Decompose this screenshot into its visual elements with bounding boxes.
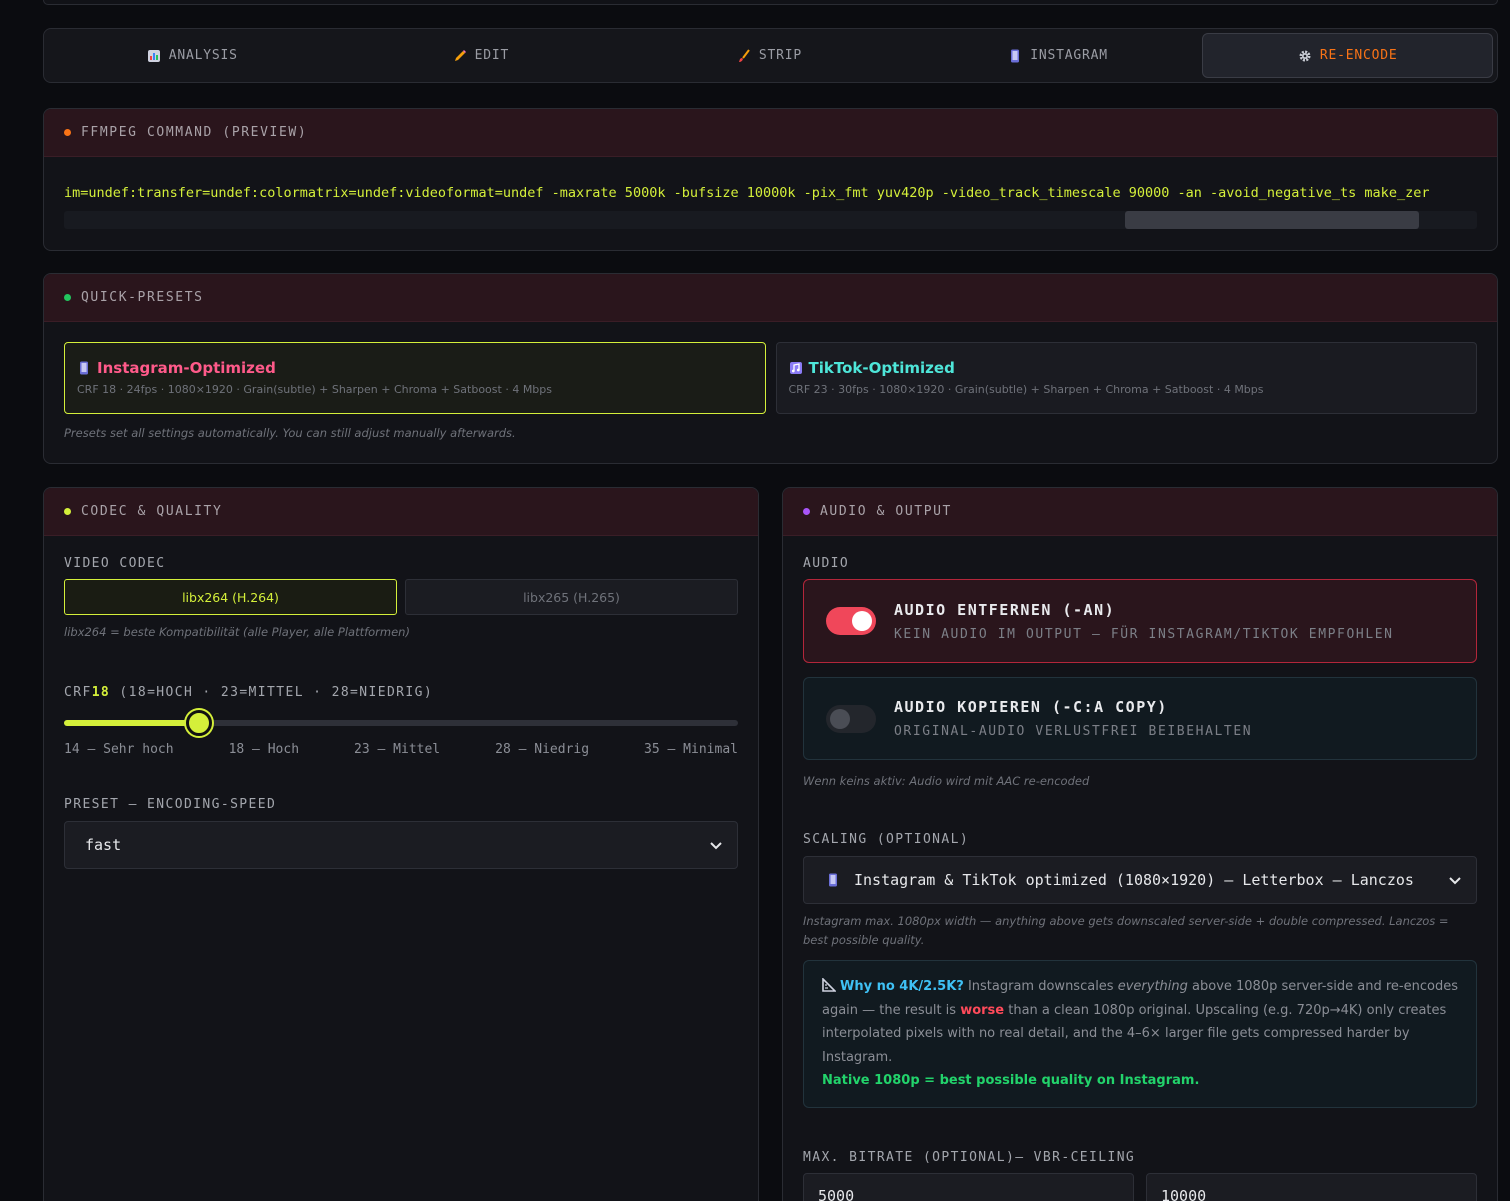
status-dot — [64, 508, 71, 515]
ffmpeg-command-text: im=undef:transfer=undef:colormatrix=unde… — [64, 185, 1430, 201]
command-scrollbar[interactable] — [64, 211, 1477, 229]
crf-tick: 14 — Sehr hoch — [64, 742, 174, 757]
preset-speed-label: PRESET — ENCODING-SPEED — [64, 797, 277, 812]
preset-title: Instagram-Optimized — [97, 359, 276, 377]
music-icon — [789, 362, 802, 374]
crf-prefix: CRF — [64, 685, 92, 700]
presets-note: Presets set all settings automatically. … — [64, 426, 516, 440]
panel-title: CODEC & QUALITY — [81, 504, 223, 519]
codec-libx265-button[interactable]: libx265 (H.265) — [405, 579, 738, 615]
crf-hint: (18=HOCH · 23=MITTEL · 28=NIEDRIG) — [110, 685, 434, 700]
info-native: Native 1080p = best possible quality on … — [822, 1073, 1200, 1088]
option-title: AUDIO ENTFERNEN (-AN) — [894, 600, 1116, 619]
audio-note: Wenn keins aktiv: Audio wird mit AAC re-… — [803, 774, 1090, 788]
quick-presets-panel: QUICK-PRESETS Instagram-Optimized CRF 18… — [43, 273, 1498, 464]
crf-tick: 23 — Mittel — [354, 742, 441, 757]
audio-output-panel: AUDIO & OUTPUT AUDIO AUDIO ENTFERNEN (-A… — [782, 487, 1498, 1201]
crf-ticks: 14 — Sehr hoch 18 — Hoch 23 — Mittel 28 … — [64, 742, 738, 757]
maxrate-input[interactable]: 5000 — [803, 1172, 1134, 1201]
crf-tick: 28 — Niedrig — [495, 742, 590, 757]
audio-copy-toggle[interactable] — [826, 704, 876, 733]
quick-presets-header: QUICK-PRESETS — [44, 274, 1497, 322]
status-dot — [803, 508, 810, 515]
pencil-icon — [454, 49, 466, 61]
info-emphasis: everything — [1117, 979, 1188, 994]
resolution-info-box: Why no 4K/2.5K? Instagram downscales eve… — [803, 960, 1477, 1108]
audio-remove-option[interactable]: AUDIO ENTFERNEN (-AN) KEIN AUDIO IM OUTP… — [803, 579, 1477, 663]
codec-quality-header: CODEC & QUALITY — [44, 488, 758, 536]
chevron-down-icon — [1449, 877, 1461, 885]
tab-label: RE-ENCODE — [1319, 48, 1398, 63]
tab-instagram[interactable]: INSTAGRAM — [914, 33, 1203, 78]
preset-instagram[interactable]: Instagram-Optimized CRF 18 · 24fps · 108… — [64, 342, 766, 414]
option-subtitle: KEIN AUDIO IM OUTPUT — FÜR INSTAGRAM/TIK… — [894, 626, 1394, 642]
tab-re-encode[interactable]: RE-ENCODE — [1202, 33, 1493, 78]
scaling-label: SCALING (OPTIONAL) — [803, 832, 970, 847]
info-text: Instagram downscales — [963, 979, 1118, 994]
option-title: AUDIO KOPIEREN (-C:A COPY) — [894, 698, 1168, 716]
preset-tiktok[interactable]: TikTok-Optimized CRF 23 · 30fps · 1080×1… — [775, 342, 1477, 414]
phone-icon — [80, 361, 88, 375]
codec-quality-panel: CODEC & QUALITY VIDEO CODEC libx264 (H.2… — [43, 487, 759, 1201]
bufsize-input[interactable]: 10000 — [1146, 1172, 1477, 1201]
panel-title: FFMPEG COMMAND (PREVIEW) — [81, 125, 308, 140]
video-codec-selector: libx264 (H.264) libx265 (H.265) — [64, 579, 738, 615]
scaling-value: Instagram & TikTok optimized (1080×1920)… — [854, 871, 1414, 889]
tab-label: ANALYSIS — [168, 48, 238, 63]
phone-icon — [1011, 49, 1020, 62]
preset-description: CRF 23 · 30fps · 1080×1920 · Grain(subtl… — [788, 383, 1264, 396]
tab-edit[interactable]: EDIT — [337, 33, 626, 78]
tab-bar: ANALYSIS EDIT STRIP INSTAGRAM RE-ENCODE — [43, 28, 1498, 83]
info-question: Why no 4K/2.5K? — [840, 979, 964, 994]
preset-description: CRF 18 · 24fps · 1080×1920 · Grain(subtl… — [77, 383, 553, 396]
audio-label: AUDIO — [803, 556, 850, 571]
crf-slider[interactable] — [64, 710, 738, 736]
chevron-down-icon — [710, 842, 722, 850]
tab-label: STRIP — [758, 48, 803, 63]
audio-copy-option[interactable]: AUDIO KOPIEREN (-C:A COPY) ORIGINAL-AUDI… — [803, 677, 1477, 760]
audio-output-header: AUDIO & OUTPUT — [783, 488, 1497, 536]
command-panel-header: FFMPEG COMMAND (PREVIEW) — [44, 109, 1497, 157]
command-scrollbar-thumb[interactable] — [1125, 211, 1419, 229]
panel-title: QUICK-PRESETS — [81, 290, 204, 305]
command-panel: FFMPEG COMMAND (PREVIEW) im=undef:transf… — [43, 108, 1498, 251]
tab-analysis[interactable]: ANALYSIS — [48, 33, 337, 78]
option-subtitle: ORIGINAL-AUDIO VERLUSTFREI BEIBEHALTEN — [894, 724, 1253, 739]
codec-libx264-button[interactable]: libx264 (H.264) — [64, 579, 397, 615]
preset-speed-value: fast — [85, 836, 122, 854]
info-worse: worse — [960, 1002, 1005, 1018]
chart-icon — [147, 49, 160, 62]
tab-label: INSTAGRAM — [1030, 48, 1108, 63]
bitrate-label: MAX. BITRATE (OPTIONAL)— VBR-CEILING — [803, 1149, 1136, 1165]
ruler-icon — [822, 977, 837, 992]
crf-slider-handle[interactable] — [185, 710, 212, 736]
scaling-note: Instagram max. 1080px width — anything a… — [803, 914, 1449, 947]
gear-icon — [1299, 50, 1311, 61]
crf-tick: 35 — Minimal — [644, 742, 738, 757]
crf-label: CRF18 (18=HOCH · 23=MITTEL · 28=NIEDRIG) — [64, 685, 738, 700]
status-dot — [64, 129, 71, 136]
tab-strip[interactable]: STRIP — [625, 33, 914, 78]
phone-icon — [829, 873, 837, 887]
preset-title: TikTok-Optimized — [808, 359, 955, 377]
crf-value: 18 — [91, 685, 111, 700]
crf-slider-fill — [64, 720, 199, 726]
audio-remove-toggle[interactable] — [826, 607, 876, 635]
brush-icon — [738, 48, 750, 62]
codec-note: libx264 = beste Kompatibilität (alle Pla… — [64, 625, 410, 639]
tab-label: EDIT — [474, 48, 510, 63]
video-codec-label: VIDEO CODEC — [64, 556, 166, 571]
crf-tick: 18 — Hoch — [228, 742, 300, 757]
status-dot — [64, 294, 71, 301]
scaling-select[interactable]: Instagram & TikTok optimized (1080×1920)… — [803, 856, 1477, 904]
preset-speed-select[interactable]: fast — [64, 821, 738, 869]
panel-title: AUDIO & OUTPUT — [820, 504, 952, 519]
top-panel-edge — [43, 0, 1498, 5]
